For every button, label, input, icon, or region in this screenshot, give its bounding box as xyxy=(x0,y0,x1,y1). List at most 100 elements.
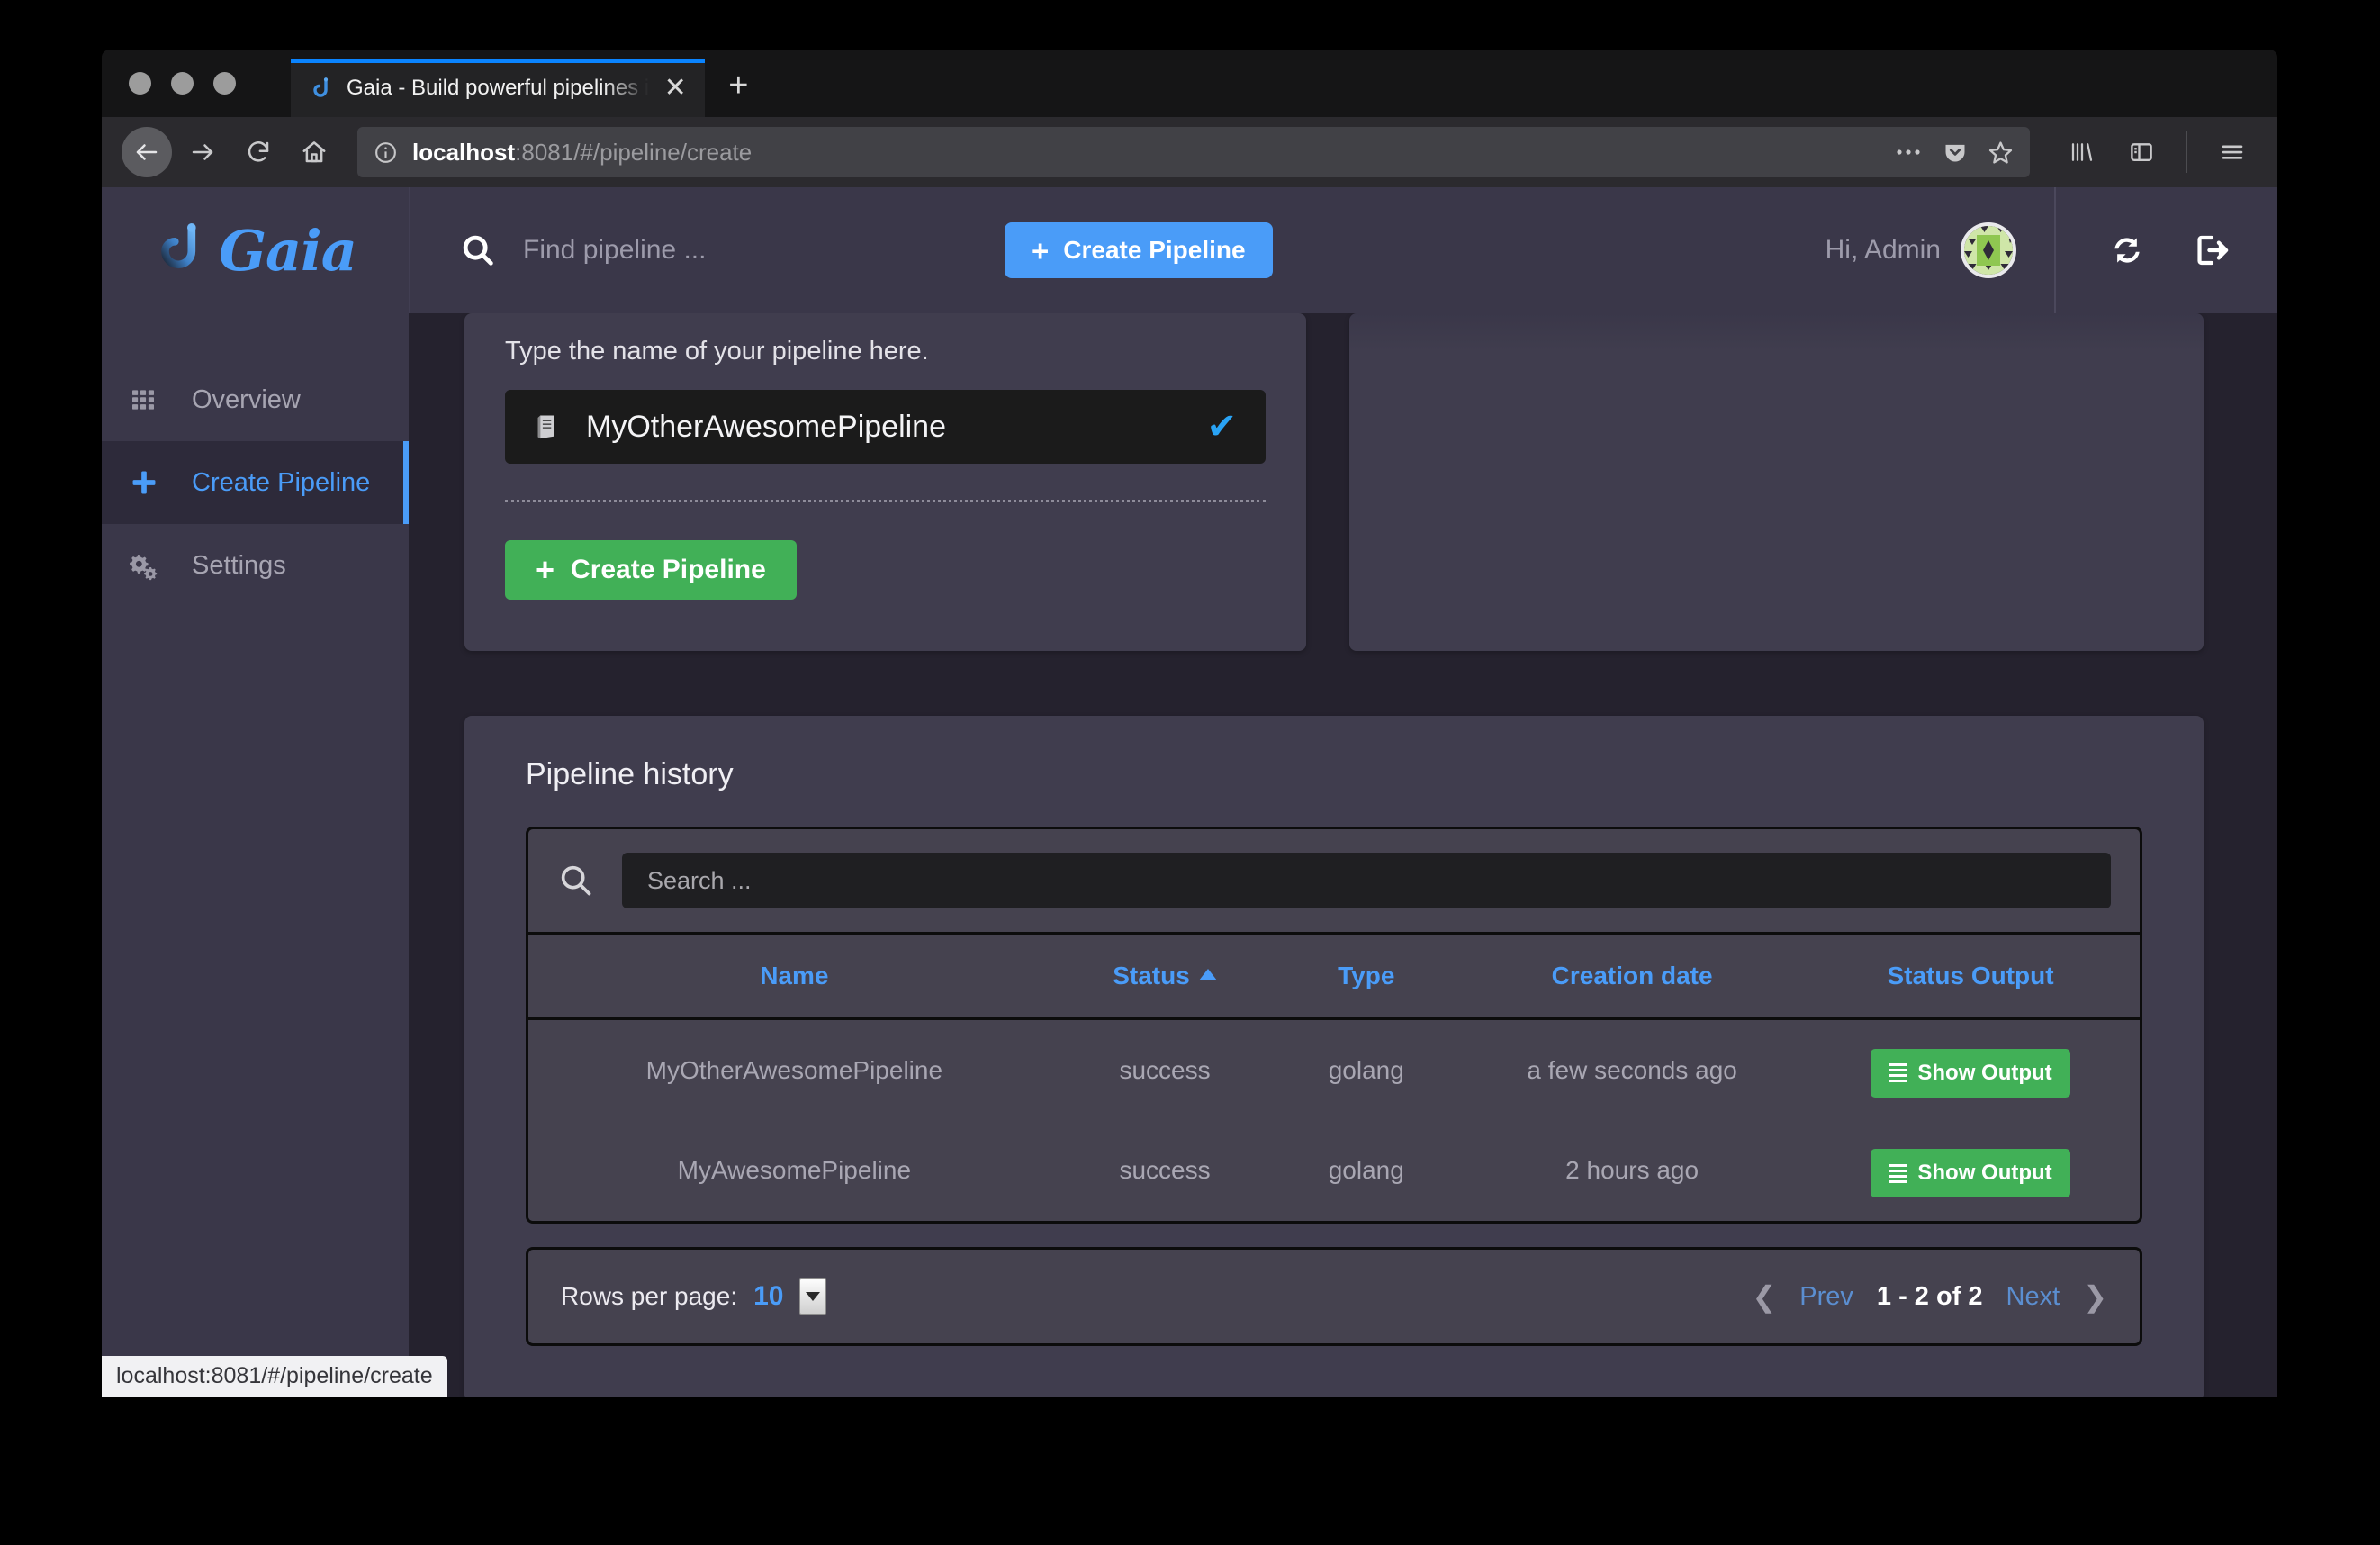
sidebar-icon[interactable] xyxy=(2116,127,2167,177)
browser-tab-active[interactable]: Gaia - Build powerful pipelines i ✕ xyxy=(291,59,706,117)
column-header-type[interactable]: Type xyxy=(1269,935,1464,1020)
sidebar-item-create-pipeline[interactable]: Create Pipeline xyxy=(102,441,409,524)
column-header-creation-date[interactable]: Creation date xyxy=(1463,935,1802,1020)
rows-per-page: Rows per page: 10 xyxy=(561,1278,827,1315)
rows-per-page-select[interactable] xyxy=(799,1278,827,1315)
cell-type: golang xyxy=(1269,1018,1464,1121)
maximize-window-button[interactable] xyxy=(213,72,236,95)
hamburger-menu-icon[interactable] xyxy=(2207,127,2258,177)
create-pipeline-row: Type the name of your pipeline here. MyO… xyxy=(409,313,2277,651)
show-output-label: Show Output xyxy=(1917,1060,2052,1085)
user-avatar-identicon[interactable] xyxy=(1961,222,2016,278)
url-text[interactable]: localhost:8081/#/pipeline/create xyxy=(412,139,1881,167)
table-body: MyOtherAwesomePipeline success golang a … xyxy=(528,1018,2140,1221)
table-header-row: Name Status Type Creation date Status Ou… xyxy=(528,935,2140,1020)
list-icon xyxy=(1889,1163,1907,1183)
sidebar-item-overview[interactable]: Overview xyxy=(102,358,409,441)
plus-icon: + xyxy=(536,551,555,588)
app-topbar: Find pipeline ... + Create Pipeline Hi, … xyxy=(409,187,2277,313)
back-arrow-icon[interactable] xyxy=(122,127,172,177)
grid-icon xyxy=(129,385,192,414)
chevron-down-icon xyxy=(806,1292,821,1301)
sidebar-nav: Overview Create Pipeline Settings xyxy=(102,358,409,607)
gaia-hook-icon xyxy=(154,218,210,284)
column-label: Type xyxy=(1338,962,1395,989)
browser-nav-bar: localhost:8081/#/pipeline/create xyxy=(102,117,2277,187)
column-label: Status Output xyxy=(1887,962,2054,989)
column-header-status-output[interactable]: Status Output xyxy=(1801,935,2140,1020)
gaia-hook-icon xyxy=(311,77,334,100)
pipeline-history-card: Pipeline history Search ... Name Status … xyxy=(464,716,2204,1397)
pipeline-history-title: Pipeline history xyxy=(526,757,734,791)
user-block[interactable]: Hi, Admin xyxy=(1826,222,2054,278)
app-brand[interactable]: Gaia xyxy=(102,187,409,313)
app-sidebar: Gaia Overview Create Pipeline Settings xyxy=(102,187,409,1397)
chevron-right-icon[interactable]: ❯ xyxy=(2083,1282,2107,1311)
table-row[interactable]: MyAwesomePipeline success golang 2 hours… xyxy=(528,1120,2140,1221)
close-icon[interactable]: ✕ xyxy=(662,74,689,102)
sort-asc-icon xyxy=(1198,969,1217,980)
table-row[interactable]: MyOtherAwesomePipeline success golang a … xyxy=(528,1018,2140,1121)
create-pipeline-card: Type the name of your pipeline here. MyO… xyxy=(464,313,1306,651)
prev-page-button[interactable]: Prev xyxy=(1799,1282,1853,1312)
create-pipeline-submit-button[interactable]: + Create Pipeline xyxy=(505,540,797,600)
create-pipeline-top-button[interactable]: + Create Pipeline xyxy=(1005,222,1273,278)
cell-type: golang xyxy=(1269,1120,1464,1221)
pager: ❮ Prev 1 - 2 of 2 Next ❯ xyxy=(1752,1282,2107,1312)
column-label: Status xyxy=(1113,962,1190,989)
column-header-status[interactable]: Status xyxy=(1059,935,1270,1020)
info-icon[interactable] xyxy=(374,140,398,165)
library-icon[interactable] xyxy=(2057,127,2107,177)
search-icon xyxy=(460,232,496,268)
url-bar[interactable]: localhost:8081/#/pipeline/create xyxy=(357,127,2030,177)
page-content: Type the name of your pipeline here. MyO… xyxy=(409,313,2277,1397)
browser-window: Gaia - Build powerful pipelines i ✕ + lo… xyxy=(102,50,2277,1397)
form-divider xyxy=(505,500,1266,502)
minimize-window-button[interactable] xyxy=(171,72,194,95)
forward-arrow-icon[interactable] xyxy=(177,127,228,177)
next-page-button[interactable]: Next xyxy=(2006,1282,2060,1312)
history-search-row: Search ... xyxy=(528,829,2140,935)
star-icon[interactable] xyxy=(1988,140,2014,166)
sidebar-item-label: Create Pipeline xyxy=(192,467,371,497)
rows-per-page-label: Rows per page: xyxy=(561,1282,738,1310)
pipeline-history-table: Name Status Type Creation date Status Ou… xyxy=(528,935,2140,1221)
cell-name: MyOtherAwesomePipeline xyxy=(528,1018,1060,1121)
list-icon xyxy=(1889,1063,1907,1082)
home-icon[interactable] xyxy=(289,127,339,177)
reload-icon[interactable] xyxy=(233,127,284,177)
status-badge: success xyxy=(1059,1120,1270,1221)
pipeline-preview-card xyxy=(1349,313,2204,651)
column-label: Name xyxy=(760,962,829,989)
url-path: :8081/#/pipeline/create xyxy=(515,138,753,166)
sidebar-item-settings[interactable]: Settings xyxy=(102,524,409,607)
pipeline-name-label: Type the name of your pipeline here. xyxy=(505,337,929,366)
logout-icon[interactable] xyxy=(2193,231,2231,269)
pipeline-search-placeholder: Find pipeline ... xyxy=(523,235,707,265)
column-label: Creation date xyxy=(1551,962,1713,989)
show-output-button[interactable]: Show Output xyxy=(1871,1149,2070,1197)
cell-status-output: Show Output xyxy=(1801,1120,2140,1221)
brand-name: Gaia xyxy=(219,217,357,284)
show-output-label: Show Output xyxy=(1917,1161,2052,1185)
pocket-icon[interactable] xyxy=(1943,140,1968,165)
window-traffic-lights xyxy=(102,50,291,117)
cell-name: MyAwesomePipeline xyxy=(528,1120,1060,1221)
refresh-icon[interactable] xyxy=(2108,231,2146,269)
cell-creation-date: a few seconds ago xyxy=(1463,1018,1802,1121)
chevron-left-icon[interactable]: ❮ xyxy=(1752,1282,1776,1311)
gaia-app: Gaia Overview Create Pipeline Settings F… xyxy=(102,187,2277,1397)
new-tab-button[interactable]: + xyxy=(705,68,771,117)
status-badge: success xyxy=(1059,1018,1270,1121)
history-search-input[interactable]: Search ... xyxy=(622,853,2111,908)
browser-tab-title: Gaia - Build powerful pipelines i xyxy=(347,75,650,100)
ellipsis-icon[interactable] xyxy=(1896,148,1923,157)
cell-creation-date: 2 hours ago xyxy=(1463,1120,1802,1221)
close-window-button[interactable] xyxy=(129,72,151,95)
column-header-name[interactable]: Name xyxy=(528,935,1060,1020)
show-output-button[interactable]: Show Output xyxy=(1871,1048,2070,1098)
pipeline-search[interactable]: Find pipeline ... xyxy=(410,232,1005,268)
check-icon: ✔ xyxy=(1206,407,1237,447)
pipeline-name-input[interactable]: MyOtherAwesomePipeline ✔ xyxy=(505,390,1266,464)
create-pipeline-top-label: Create Pipeline xyxy=(1063,236,1246,264)
